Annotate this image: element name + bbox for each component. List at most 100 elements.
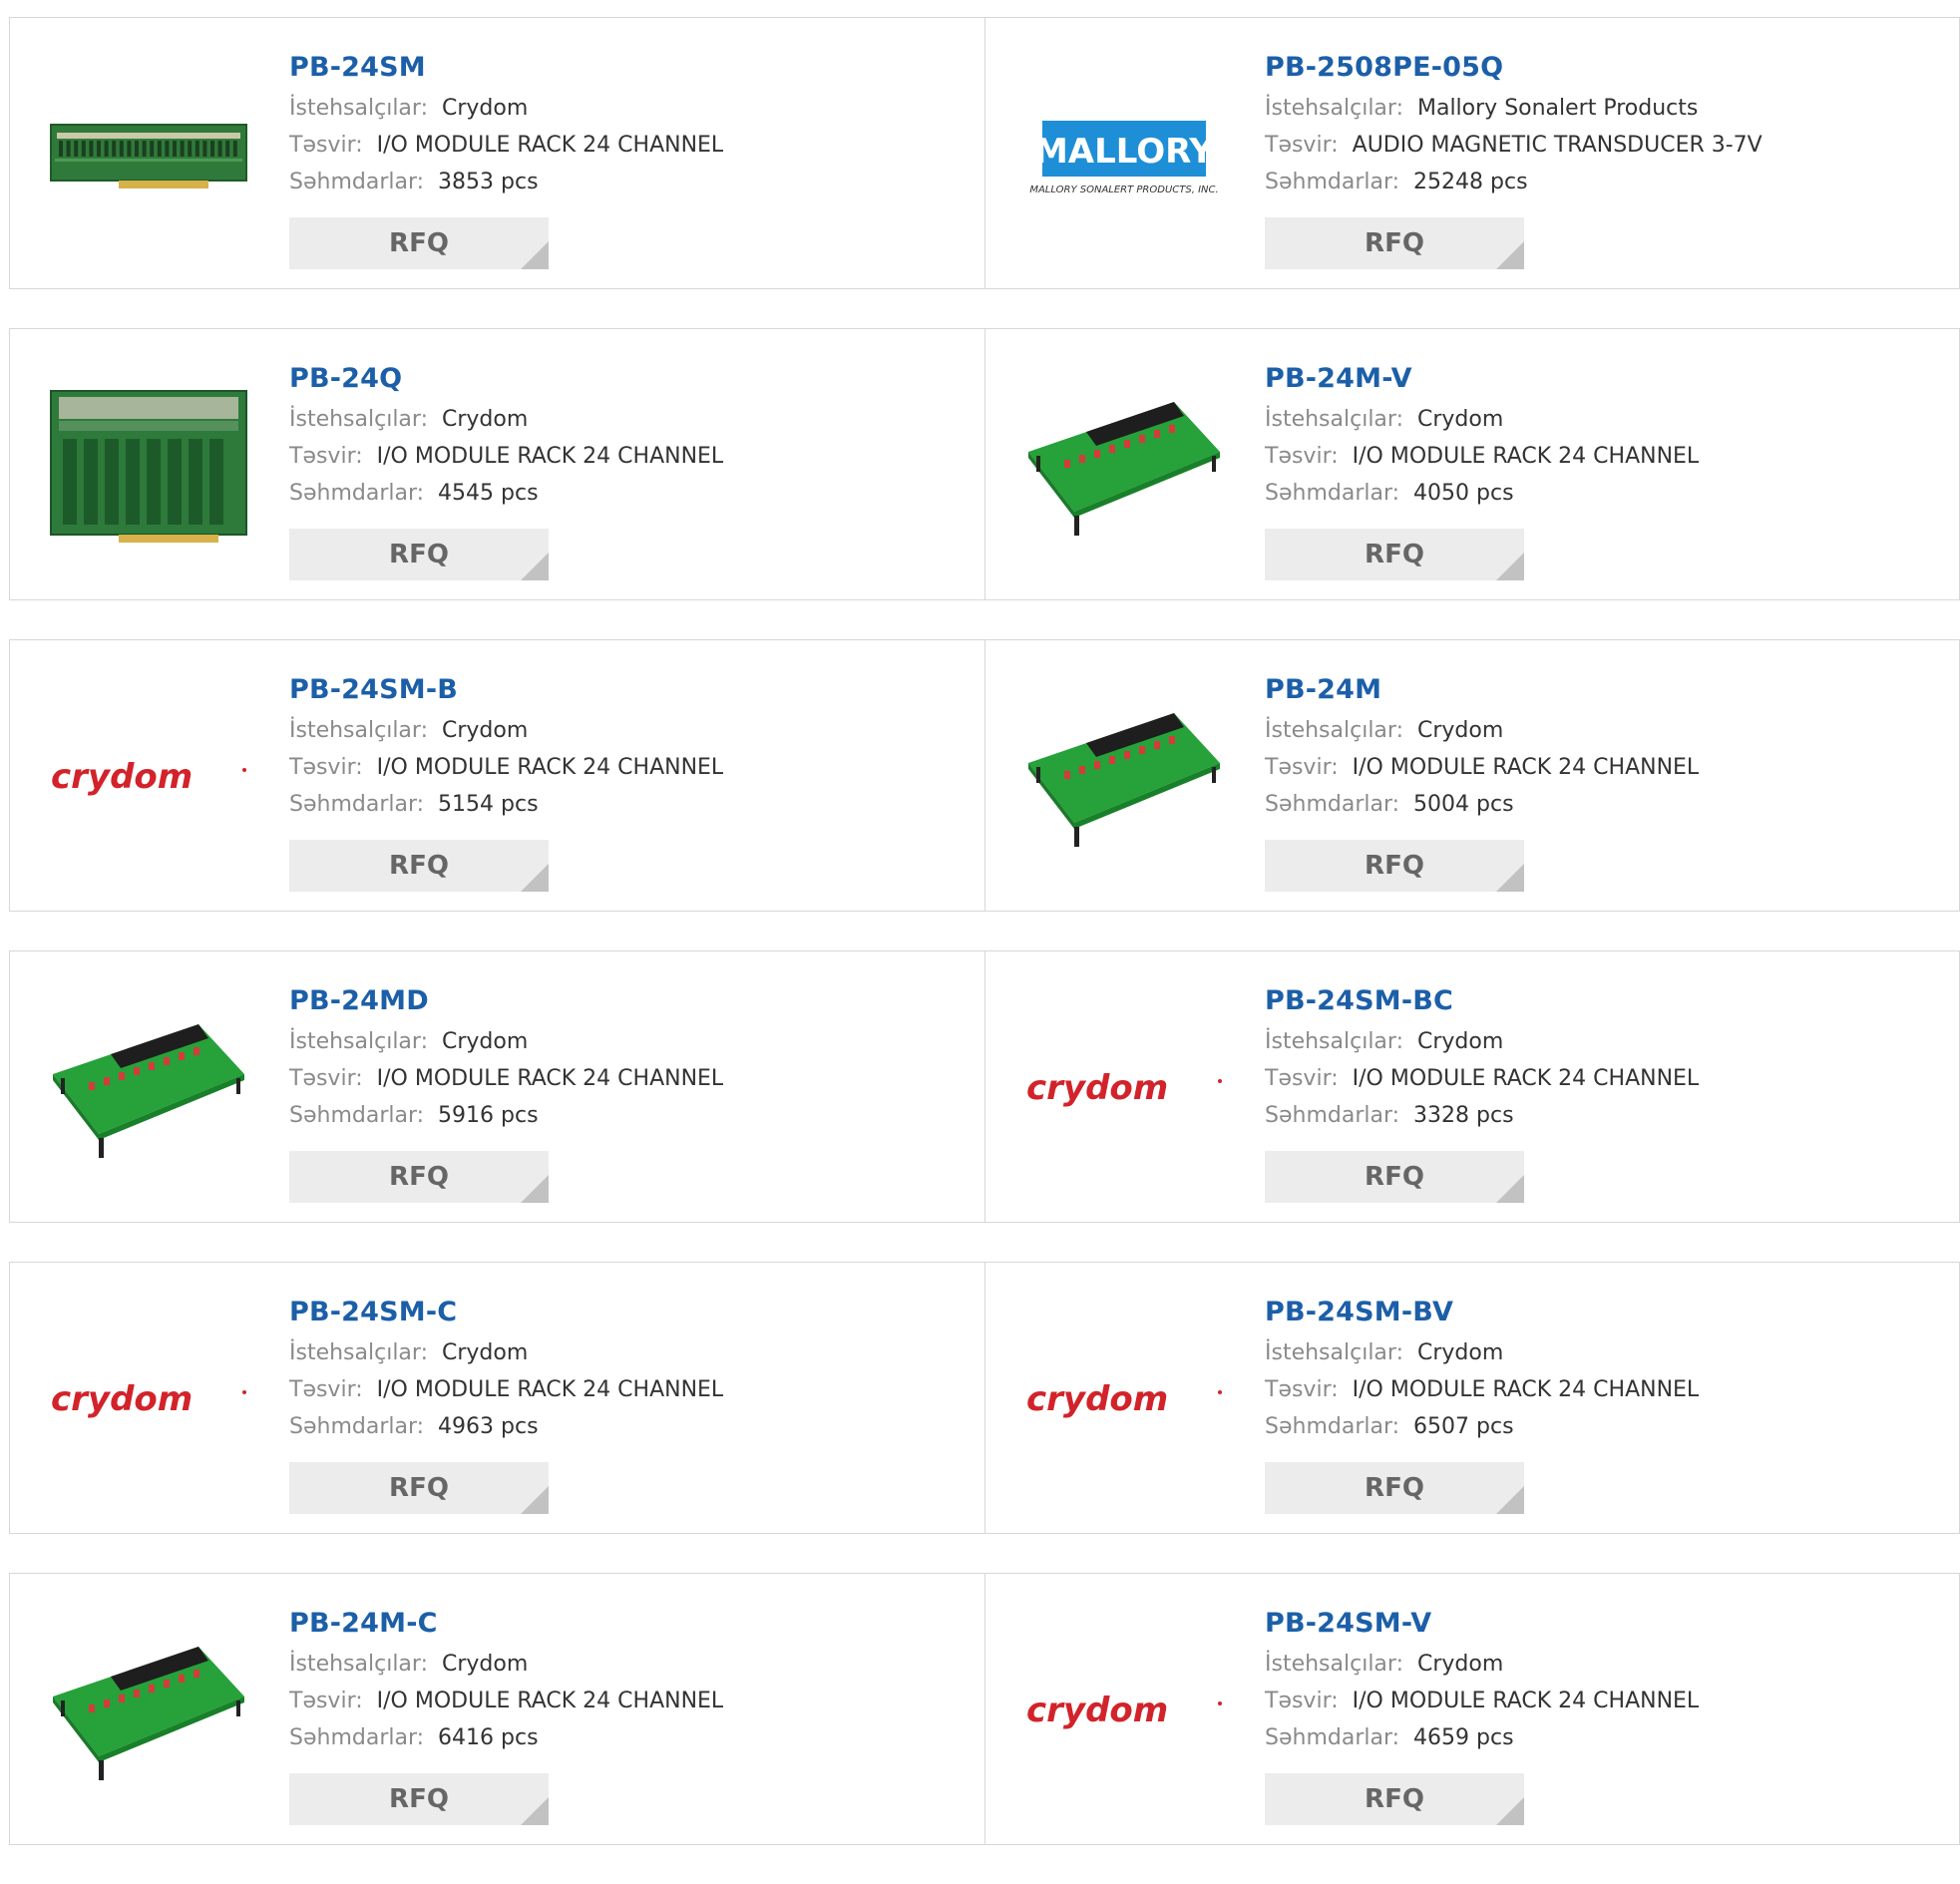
crydom-logo: crydom [49, 758, 248, 798]
description-label: Təsvir: [1265, 1689, 1339, 1713]
manufacturer-value: Mallory Sonalert Products [1416, 96, 1699, 121]
rfq-button[interactable]: RFQ [289, 1151, 549, 1203]
stock-row: Səhmdarlar: 6416 pcs [289, 1719, 965, 1756]
rfq-label: RFQ [389, 228, 449, 258]
product-info: PB-24SM-B İstehsalçılar: Crydom Təsvir: I/… [289, 670, 965, 823]
angled-board-image [1024, 382, 1224, 552]
svg-text:MALLORY: MALLORY [1034, 132, 1214, 172]
product-thumbnail[interactable] [49, 367, 248, 566]
rfq-button[interactable]: RFQ [289, 840, 549, 892]
rfq-button[interactable]: RFQ [289, 1773, 549, 1825]
description-row: Təsvir: I/O MODULE RACK 24 CHANNEL [1265, 1371, 1939, 1408]
part-number-link[interactable]: PB-24SM [289, 48, 965, 88]
stock-value: 4050 pcs [1413, 481, 1514, 506]
product-row: crydom PB-24SM-B İstehsalçılar: Crydom Tə… [9, 639, 1960, 912]
part-number-link[interactable]: PB-24SM-C [289, 1293, 965, 1332]
part-number-link[interactable]: PB-2508PE-05Q [1265, 48, 1939, 88]
part-number-link[interactable]: PB-24SM-B [289, 670, 965, 710]
stock-value: 4545 pcs [438, 481, 539, 506]
product-thumbnail[interactable]: MALLORY MALLORY SONALERT PRODUCTS, INC. [1024, 56, 1224, 255]
description-value: I/O MODULE RACK 24 CHANNEL [376, 1689, 724, 1713]
rfq-button[interactable]: RFQ [289, 529, 549, 580]
rfq-button[interactable]: RFQ [289, 1462, 549, 1514]
part-number-link[interactable]: PB-24M [1265, 670, 1939, 710]
manufacturer-row: İstehsalçılar: Crydom [1265, 1334, 1939, 1371]
part-number-link[interactable]: PB-24MD [289, 981, 965, 1021]
angled-board-image [49, 1004, 248, 1174]
description-label: Təsvir: [289, 1377, 363, 1402]
product-thumbnail[interactable]: crydom [1024, 989, 1224, 1189]
manufacturer-row: İstehsalçılar: Crydom [289, 1023, 965, 1060]
manufacturer-label: İstehsalçılar: [1265, 1652, 1403, 1677]
part-number-link[interactable]: PB-24SM-BC [1265, 981, 1939, 1021]
rfq-button[interactable]: RFQ [289, 217, 549, 269]
product-thumbnail[interactable]: crydom [49, 678, 248, 878]
rfq-button[interactable]: RFQ [1265, 1773, 1524, 1825]
corner-fold-icon [521, 1175, 549, 1203]
product-info: PB-24M-C İstehsalçılar: Crydom Təsvir: I/O… [289, 1604, 965, 1756]
product-card: PB-24M İstehsalçılar: Crydom Təsvir: I/O M… [984, 640, 1959, 911]
part-number-link[interactable]: PB-24M-C [289, 1604, 965, 1644]
angled-board-image [49, 1627, 248, 1796]
product-thumbnail[interactable] [49, 1612, 248, 1811]
product-info: PB-2508PE-05Q İstehsalçılar: Mallory Sona… [1265, 48, 1939, 200]
part-number-link[interactable]: PB-24M-V [1265, 359, 1939, 399]
stock-row: Səhmdarlar: 3853 pcs [289, 164, 965, 200]
product-thumbnail[interactable] [1024, 678, 1224, 878]
rfq-button[interactable]: RFQ [1265, 1462, 1524, 1514]
stock-value: 5154 pcs [438, 792, 539, 817]
corner-fold-icon [1496, 1486, 1524, 1514]
rfq-label: RFQ [1365, 1473, 1424, 1503]
part-number-link[interactable]: PB-24SM-BV [1265, 1293, 1939, 1332]
stock-row: Səhmdarlar: 25248 pcs [1265, 164, 1939, 200]
rfq-button[interactable]: RFQ [1265, 1151, 1524, 1203]
rfq-button[interactable]: RFQ [1265, 217, 1524, 269]
stock-label: Səhmdarlar: [1265, 792, 1400, 817]
manufacturer-label: İstehsalçılar: [1265, 96, 1403, 121]
description-value: I/O MODULE RACK 24 CHANNEL [376, 133, 724, 158]
rfq-label: RFQ [1365, 851, 1424, 881]
rfq-button[interactable]: RFQ [1265, 529, 1524, 580]
product-thumbnail[interactable] [49, 989, 248, 1189]
product-thumbnail[interactable]: crydom [49, 1301, 248, 1500]
description-label: Təsvir: [1265, 1377, 1339, 1402]
product-thumbnail[interactable]: crydom [1024, 1301, 1224, 1500]
description-value: I/O MODULE RACK 24 CHANNEL [1352, 755, 1700, 780]
svg-text:MALLORY SONALERT PRODUCTS, INC: MALLORY SONALERT PRODUCTS, INC. [1029, 185, 1218, 195]
manufacturer-value: Crydom [1416, 1340, 1504, 1365]
corner-fold-icon [521, 241, 549, 269]
product-card: crydom PB-24SM-V İstehsalçılar: Crydom Tə… [984, 1574, 1959, 1844]
corner-fold-icon [1496, 553, 1524, 580]
angled-board-image [1024, 693, 1224, 863]
part-number-link[interactable]: PB-24SM-V [1265, 1604, 1939, 1644]
part-number-link[interactable]: PB-24Q [289, 359, 965, 399]
manufacturer-value: Crydom [441, 1029, 529, 1054]
corner-fold-icon [521, 1486, 549, 1514]
manufacturer-value: Crydom [441, 718, 529, 743]
manufacturer-value: Crydom [1416, 1652, 1504, 1677]
description-row: Təsvir: I/O MODULE RACK 24 CHANNEL [289, 1371, 965, 1408]
product-thumbnail[interactable] [1024, 367, 1224, 566]
description-row: Təsvir: I/O MODULE RACK 24 CHANNEL [289, 127, 965, 164]
stock-label: Səhmdarlar: [289, 481, 425, 506]
manufacturer-label: İstehsalçılar: [1265, 1029, 1403, 1054]
description-label: Təsvir: [1265, 1066, 1339, 1091]
description-row: Təsvir: I/O MODULE RACK 24 CHANNEL [1265, 1683, 1939, 1719]
rfq-button[interactable]: RFQ [1265, 840, 1524, 892]
stock-value: 25248 pcs [1413, 170, 1528, 194]
product-thumbnail[interactable]: crydom [1024, 1612, 1224, 1811]
product-card: PB-24M-V İstehsalçılar: Crydom Təsvir: I/O… [984, 329, 1959, 599]
stock-label: Səhmdarlar: [1265, 170, 1400, 194]
product-card: MALLORY MALLORY SONALERT PRODUCTS, INC. … [984, 18, 1959, 288]
stock-label: Səhmdarlar: [289, 1414, 425, 1439]
corner-fold-icon [521, 553, 549, 580]
description-row: Təsvir: AUDIO MAGNETIC TRANSDUCER 3-7V [1265, 127, 1939, 164]
description-label: Təsvir: [289, 444, 363, 469]
description-value: I/O MODULE RACK 24 CHANNEL [376, 1377, 724, 1402]
manufacturer-label: İstehsalçılar: [289, 1340, 428, 1365]
svg-text:crydom: crydom [51, 1380, 193, 1419]
product-card: PB-24Q İstehsalçılar: Crydom Təsvir: I/O M… [10, 329, 984, 599]
stock-value: 4963 pcs [438, 1414, 539, 1439]
manufacturer-row: İstehsalçılar: Crydom [289, 1646, 965, 1683]
product-thumbnail[interactable] [49, 56, 248, 255]
